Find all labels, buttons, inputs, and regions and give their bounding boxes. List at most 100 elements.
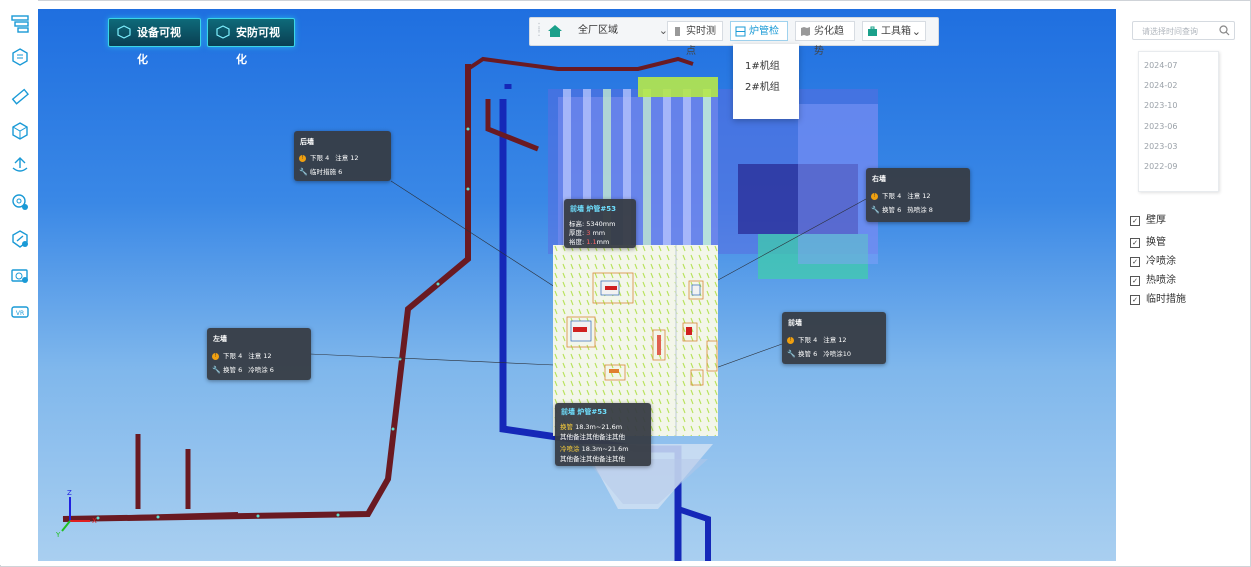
tooltip-cold-spray: 冷喷涂 6 [248, 366, 274, 374]
tooltip-lower-limit: 下限 4 [882, 192, 902, 200]
tooltip-title: 后墙 [300, 138, 314, 146]
tooltip-title: 前墙 炉管#53 [570, 205, 617, 213]
tooltip-attention: 注意 12 [823, 336, 847, 344]
axes-gizmo: Z X Y [56, 489, 97, 537]
tooltip-attention: 注意 12 [335, 154, 359, 162]
tube-repair-button[interactable]: 炉管检修 [730, 21, 788, 57]
checkbox-temp-measure[interactable]: ✓ 临时措施 [1130, 290, 1186, 305]
search-placeholder: 请选择时间查询 [1142, 27, 1198, 36]
scene-viewport[interactable]: Z X Y 设备可视化 安防可视化 ⋮⋮ 全厂区域 ⌄ 实时测点 炉管检修 劣化… [38, 9, 1116, 561]
device-visual-button[interactable]: 设备可视化 [108, 18, 201, 66]
tooltip-front-wall[interactable]: 前墙 ! 下限 4 注意 12 🔧 换管 6 冷喷涂10 [782, 312, 886, 364]
tooltip-rear-wall[interactable]: 后墙 ! 下限 4 注意 12 🔧 临时措施 6 [294, 131, 391, 181]
checkbox-hot-spray[interactable]: ✓ 热喷涂 [1130, 271, 1176, 286]
wrench-icon: 🔧 [212, 365, 221, 374]
warning-icon: ! [871, 192, 878, 200]
checkbox-label: 热喷涂 [1146, 275, 1176, 286]
dropdown-item-unit1[interactable]: 1#机组 [745, 57, 780, 72]
tooltip-replace-range: 换管 18.3m~21.6m [560, 423, 623, 431]
camera-settings-icon[interactable] [11, 266, 29, 284]
tooltip-right-wall[interactable]: 右墙 ! 下限 4 注意 12 🔧 换管 6 热喷涂 8 [866, 168, 970, 222]
tooltip-attention: 注意 12 [248, 352, 272, 360]
warning-icon: ! [787, 336, 794, 344]
map-icon [801, 27, 810, 36]
tooltip-replace: 换管 6 [882, 206, 902, 214]
left-toolbar: VR [0, 0, 38, 565]
tooltip-title: 左墙 [213, 335, 227, 343]
tooltip-lower-limit: 下限 4 [223, 352, 243, 360]
checkbox-label: 临时措施 [1146, 294, 1186, 305]
tooltip-margin: 裕度: 1.1mm [569, 238, 610, 246]
grid-icon [735, 26, 746, 37]
date-item[interactable]: 2023-10 [1144, 101, 1177, 110]
main-toolbar: ⋮⋮ 全厂区域 ⌄ 实时测点 炉管检修 劣化趋势 工具箱 ⌄ [529, 17, 939, 57]
tooltip-lower-limit: 下限 4 [798, 336, 818, 344]
tooltip-title: 右墙 [872, 175, 886, 183]
cube-icon[interactable] [11, 122, 29, 140]
axis-z-label: Z [67, 489, 72, 497]
date-list: 2024-07 2024-02 2023-10 2023-06 2023-03 … [1138, 51, 1219, 192]
wrench-icon: 🔧 [871, 205, 880, 214]
checkbox-icon[interactable]: ✓ [1130, 216, 1140, 226]
vr-icon[interactable]: VR [11, 303, 29, 321]
cube-glow-icon [216, 25, 230, 39]
wrench-icon: 🔧 [787, 349, 796, 358]
tooltip-left-wall[interactable]: 左墙 ! 下限 4 注意 12 🔧 换管 6 冷喷涂 6 [207, 328, 311, 380]
location-gear-icon[interactable] [11, 193, 29, 211]
time-search-input[interactable]: 请选择时间查询 [1132, 21, 1235, 40]
area-select[interactable]: 全厂区域 ⌄ [566, 21, 672, 41]
tooltip-title: 前墙 [788, 319, 802, 327]
tooltip-cold-spray-range: 冷喷涂 18.3m~21.6m [560, 445, 629, 453]
toolbox-label: 工具箱 [881, 26, 911, 37]
column-icon [675, 27, 680, 36]
unit-dropdown: 1#机组 2#机组 [733, 44, 799, 119]
checkbox-icon[interactable]: ✓ [1130, 238, 1140, 248]
tooltip-attention: 注意 12 [907, 192, 931, 200]
checkbox-label: 壁厚 [1146, 215, 1166, 226]
briefcase-icon [868, 26, 877, 36]
axis-y-label: Y [56, 531, 61, 537]
tooltip-tube-top[interactable]: 前墙 炉管#53 标高: 5340mm 厚度: 3 mm 裕度: 1.1mm [564, 199, 636, 248]
checkbox-replace[interactable]: ✓ 换管 [1130, 233, 1166, 248]
degradation-trend-button[interactable]: 劣化趋势 [795, 21, 855, 57]
tooltip-lower-limit: 下限 4 [310, 154, 330, 162]
tooltip-note: 其他备注其他备注其他 [560, 433, 625, 441]
tooltip-replace: 换管 6 [223, 366, 243, 374]
toolbox-button[interactable]: 工具箱 ⌄ [862, 21, 926, 41]
cube-glow-icon [117, 25, 131, 39]
layers-icon[interactable] [11, 48, 29, 66]
checkbox-icon[interactable]: ✓ [1130, 295, 1140, 305]
upload-icon[interactable] [11, 156, 29, 174]
checkbox-label: 冷喷涂 [1146, 256, 1176, 267]
tooltip-replace: 换管 6 [798, 350, 818, 358]
hierarchy-icon[interactable] [11, 15, 29, 33]
tooltip-cold-spray: 冷喷涂10 [823, 350, 851, 358]
tooltip-title: 前墙 炉管#53 [561, 408, 608, 416]
checkbox-icon[interactable]: ✓ [1130, 276, 1140, 286]
checkbox-label: 换管 [1146, 237, 1166, 248]
dropdown-item-unit2[interactable]: 2#机组 [745, 78, 780, 93]
date-item[interactable]: 2024-07 [1144, 61, 1177, 70]
realtime-points-button[interactable]: 实时测点 [667, 21, 723, 57]
home-icon[interactable] [547, 23, 563, 39]
date-item[interactable]: 2022-09 [1144, 162, 1177, 171]
checkbox-icon[interactable]: ✓ [1130, 257, 1140, 267]
date-item[interactable]: 2023-03 [1144, 142, 1177, 151]
tooltip-tube-bottom[interactable]: 前墙 炉管#53 换管 18.3m~21.6m 其他备注其他备注其他 冷喷涂 1… [555, 403, 651, 466]
warning-icon: ! [212, 352, 219, 360]
checkbox-cold-spray[interactable]: ✓ 冷喷涂 [1130, 252, 1176, 267]
tooltip-measure: 临时措施 6 [310, 168, 343, 176]
warning-icon: ! [299, 154, 306, 162]
drag-handle-icon[interactable]: ⋮ ⋮ [534, 23, 544, 38]
settings-shield-icon[interactable] [11, 230, 29, 248]
date-item[interactable]: 2023-06 [1144, 122, 1177, 131]
checkbox-wall-thickness[interactable]: ✓ 壁厚 [1130, 211, 1166, 226]
ruler-icon[interactable] [11, 88, 30, 106]
vr-label: VR [16, 310, 24, 317]
search-icon[interactable] [1219, 25, 1230, 36]
axis-x-label: X [92, 517, 97, 525]
chevron-down-icon: ⌄ [911, 25, 921, 38]
area-select-value: 全厂区域 [578, 25, 618, 36]
date-item[interactable]: 2024-02 [1144, 81, 1177, 90]
security-visual-button[interactable]: 安防可视化 [207, 18, 295, 66]
